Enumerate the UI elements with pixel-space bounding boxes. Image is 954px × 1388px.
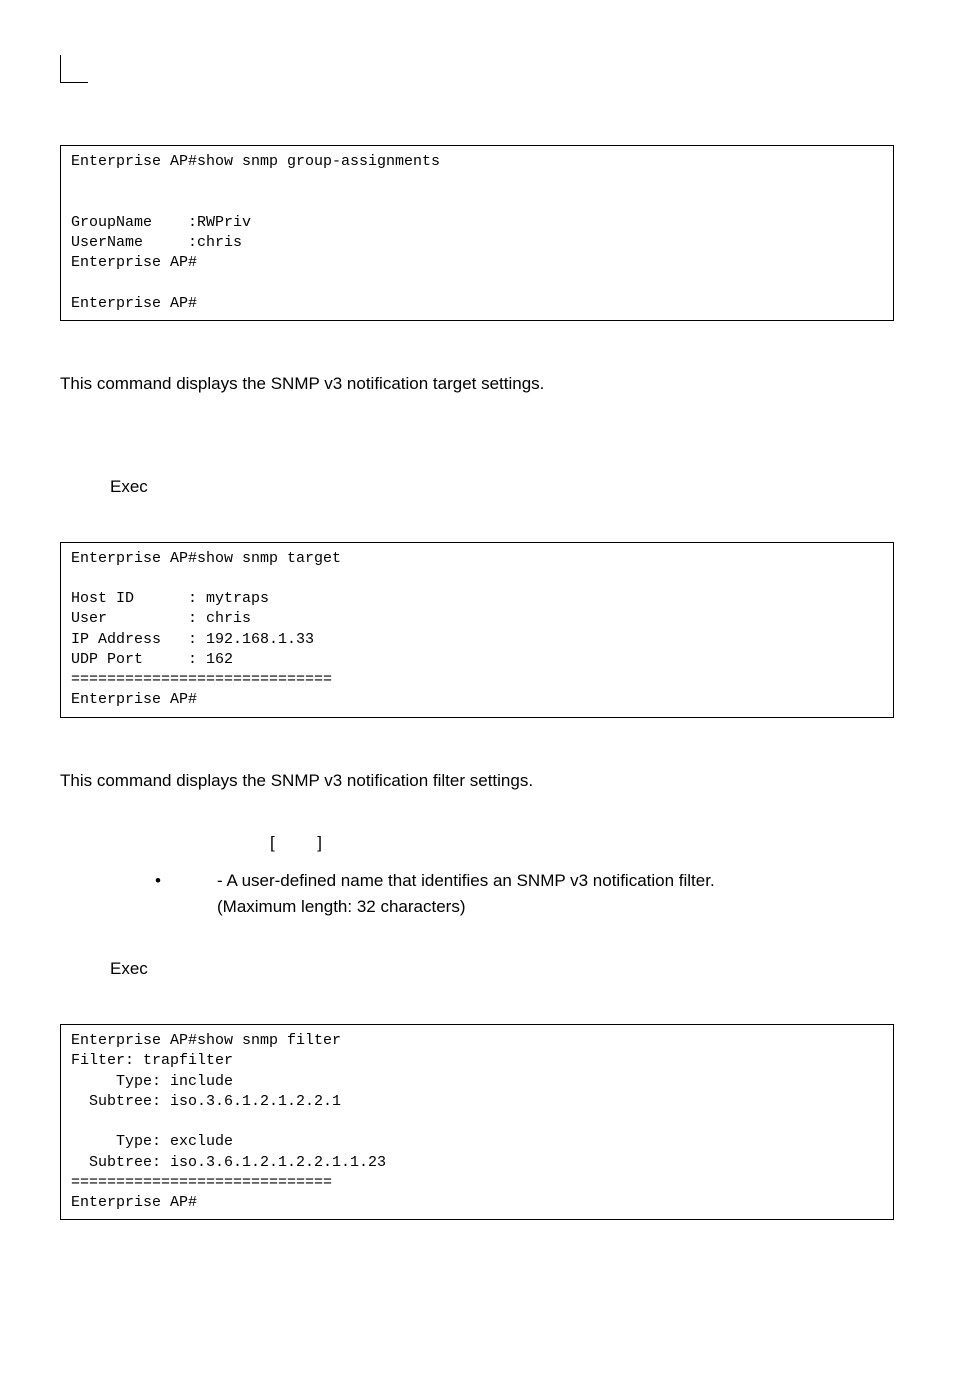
- bullet-text: - A user-defined name that identifies an…: [217, 868, 894, 894]
- corner-mark: [60, 55, 88, 83]
- bullet-dot: •: [155, 868, 217, 894]
- description-filter: This command displays the SNMP v3 notifi…: [60, 768, 894, 794]
- syntax-brackets: [ ]: [270, 833, 894, 853]
- page-content: Enterprise AP#show snmp group-assignment…: [60, 145, 894, 1220]
- command-mode-exec-1: Exec: [110, 477, 894, 497]
- description-target: This command displays the SNMP v3 notifi…: [60, 371, 894, 397]
- syntax-bullet: • - A user-defined name that identifies …: [155, 868, 894, 919]
- bullet-subtext: (Maximum length: 32 characters): [217, 894, 894, 920]
- code-block-snmp-target: Enterprise AP#show snmp target Host ID :…: [60, 542, 894, 718]
- code-block-snmp-filter: Enterprise AP#show snmp filter Filter: t…: [60, 1024, 894, 1220]
- command-mode-exec-2: Exec: [110, 959, 894, 979]
- code-block-group-assignments: Enterprise AP#show snmp group-assignment…: [60, 145, 894, 321]
